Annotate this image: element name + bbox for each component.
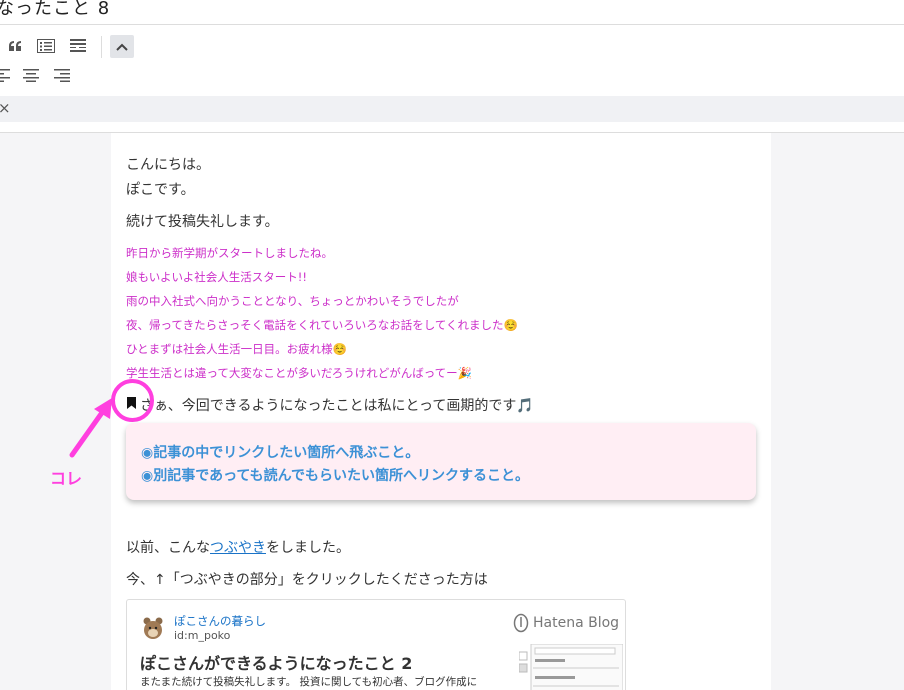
hatena-pen-icon — [513, 613, 529, 633]
card-user-id: id:m_poko — [174, 629, 231, 642]
before-prefix: 以前、こんな — [126, 540, 210, 556]
main-statement: さぁ、今回できるようになったことは私にとって画期的です🎵 — [140, 398, 534, 414]
before-suffix: をしました。 — [266, 540, 350, 556]
toolbar-separator — [101, 36, 102, 58]
collapse-icon[interactable] — [110, 35, 134, 58]
pink-line: 雨の中入社式へ向かうこととなり、ちょっとかわいそうでしたが — [126, 294, 459, 308]
pink-line: 娘もいよいよ社会人生活スタート!! — [126, 270, 308, 284]
card-title[interactable]: ぽこさんができるようになったこと 2 — [140, 650, 412, 674]
annotation-arrow-icon — [69, 398, 112, 458]
list-icon[interactable] — [34, 34, 58, 58]
align-left-icon[interactable] — [0, 63, 14, 87]
callout-item: ◉別記事であっても読んでもらいたい箇所へリンクすること。 — [141, 468, 529, 484]
card-excerpt: またまた続けて投稿失礼します。 投資に関しても初心者、ブログ作成に — [140, 676, 478, 688]
pink-line: 昨日から新学期がスタートしましたね。 — [126, 246, 333, 260]
intro-line: 続けて投稿失礼します。 — [126, 214, 279, 230]
panel-bar — [0, 96, 904, 122]
card-blog-name[interactable]: ぽこさんの暮らし — [174, 613, 266, 629]
greeting-line: こんにちは。 — [126, 157, 210, 173]
hatena-logo-text: Hatena Blog — [533, 615, 620, 631]
blog-card[interactable]: ぽこさんの暮らし id:m_poko Hatena Blog ぽこさんができるよ… — [126, 599, 626, 690]
card-thumbnail — [519, 644, 623, 690]
tsubuyaki-link[interactable]: つぶやき — [210, 540, 266, 556]
author-line: ぽこです。 — [126, 182, 195, 198]
pink-line: 夜、帰ってきたらさっそく電話をくれていろいろなお話をしてくれました☺️ — [126, 318, 518, 332]
close-button[interactable]: × — [0, 99, 11, 117]
pink-line: 学生生活とは違って大変なことが多いだろうけれどがんばってー🎉 — [126, 366, 472, 380]
hatena-blog-logo: Hatena Blog — [513, 613, 619, 633]
annotation-label: コレ — [50, 469, 83, 488]
callout-item: ◉記事の中でリンクしたい箇所へ飛ぶこと。 — [141, 445, 420, 461]
align-center-icon[interactable] — [19, 63, 43, 87]
page-title: なったこと 8 — [0, 0, 111, 19]
pink-line: ひとまずは社会人生活一日目。お疲れ様☺️ — [126, 342, 347, 356]
before-line: 以前、こんなつぶやきをしました。 — [126, 537, 350, 557]
more-icon[interactable] — [66, 34, 90, 58]
quote-icon[interactable] — [3, 34, 27, 58]
now-line: 今、↑「つぶやきの部分」をクリックしたくださった方は — [126, 572, 488, 588]
avatar — [143, 617, 163, 639]
align-right-icon[interactable] — [50, 63, 74, 87]
callout-box: ◉記事の中でリンクしたい箇所へ飛ぶこと。 ◉別記事であっても読んでもらいたい箇所… — [126, 423, 756, 500]
title-divider — [0, 24, 904, 25]
